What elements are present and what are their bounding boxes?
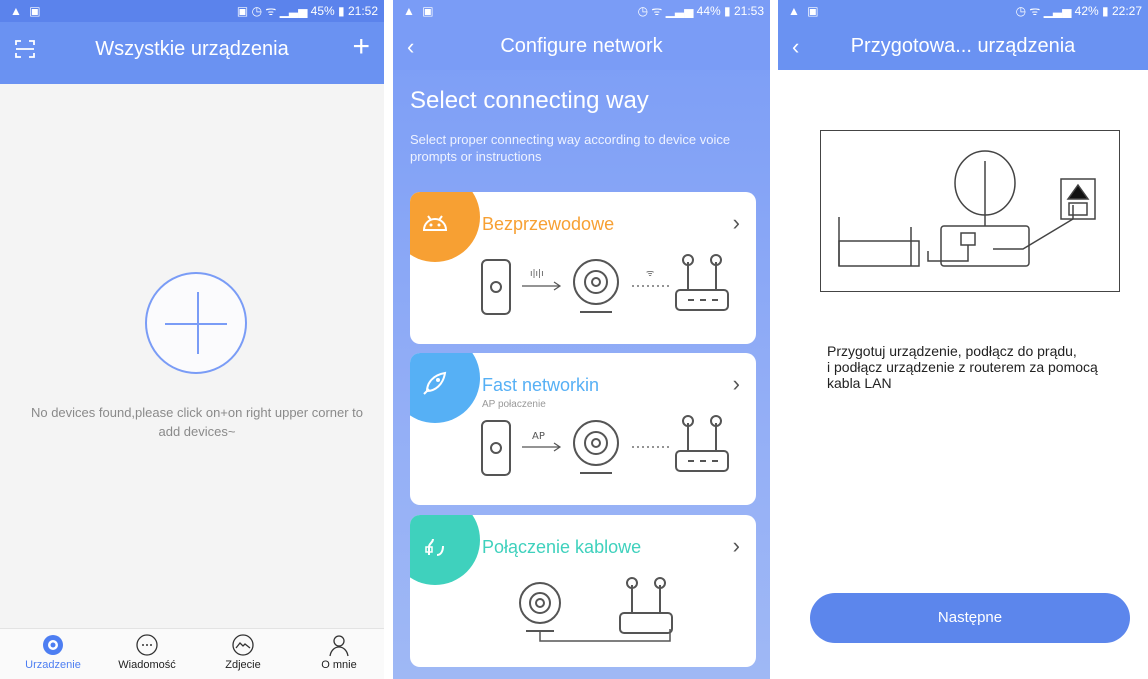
option-label: Bezprzewodowe [482,214,615,234]
router-camera-illustration [838,150,1096,267]
status-bar: ▲ ▣ ▣ ◷ ᯤ ▁▃▅ 45% ▮ 21:52 [0,0,384,22]
chevron-right-icon: › [732,210,740,235]
person-icon [329,635,349,657]
chevron-right-icon: › [732,371,740,396]
cable-illustration [519,577,673,642]
status-right: ▣ ◷ ᯤ ▁▃▅ 45% ▮ 21:52 [236,4,378,18]
page-title: Configure network [500,35,663,57]
option-wireless[interactable]: Bezprzewodowe › ı|ı|ı ᯤ [410,192,756,344]
ap-illustration: AP [481,415,729,476]
wifi-icon: ᯤ [646,269,654,279]
devices-screen: ▲ ▣ ▣ ◷ ᯤ ▁▃▅ 45% ▮ 21:52 Wszystkie urzą… [0,0,384,679]
tab-o-mnie[interactable]: O mnie [294,633,384,671]
status-left: ▲ ▣ [10,4,43,18]
nav-bar: ‹ Configure network [393,22,770,70]
tab-label: Zdjecie [225,659,261,671]
page-title: Wszystkie urządzenia [95,38,289,60]
nav-bar: ‹ Przygotowa... urządzenia [778,22,1148,70]
plus-icon[interactable]: + [352,32,370,62]
ap-label: AP [532,431,545,442]
camera-icon [43,635,63,655]
status-left: ▲ ▣ [788,4,821,18]
subheading: Select proper connecting way according t… [410,132,731,164]
empty-message: No devices found,please click on+on righ… [30,405,364,439]
next-button[interactable]: Następne [810,593,1130,643]
cable-icon [425,538,444,556]
tab-label: Urzadzenie [25,659,81,671]
status-bar: ▲ ▣ ◷ ᯤ ▁▃▅ 44% ▮ 21:53 [393,0,770,22]
page-title: Przygotowa... urządzenia [850,35,1076,57]
tab-urzadzenie[interactable]: Urzadzenie [8,633,98,671]
instruction-text: Przygotuj urządzenie, podłącz do prądu, … [827,343,1098,391]
tab-wiadomosc[interactable]: Wiadomość [102,633,192,671]
configure-network-screen: ▲ ▣ ◷ ᯤ ▁▃▅ 44% ▮ 21:53 ‹ Configure netw… [393,0,770,679]
chevron-right-icon: › [732,533,740,558]
photo-icon [232,634,254,656]
status-right: ◷ ᯤ ▁▃▅ 44% ▮ 21:53 [637,4,764,18]
rocket-icon [423,371,447,395]
add-device-button[interactable] [145,272,247,374]
setup-diagram [820,130,1120,292]
nav-bar: Wszystkie urządzenia + [0,22,384,84]
message-icon [136,634,158,656]
status-bar: ▲ ▣ ◷ ᯤ ▁▃▅ 42% ▮ 22:27 [778,0,1148,22]
prepare-device-screen: ▲ ▣ ◷ ᯤ ▁▃▅ 42% ▮ 22:27 ‹ Przygotowa... … [778,0,1148,679]
option-cable[interactable]: Połączenie kablowe › [410,515,756,667]
tab-zdjecie[interactable]: Zdjecie [198,633,288,671]
tab-label: Wiadomość [118,659,176,671]
status-left: ▲ ▣ [403,4,436,18]
status-right: ◷ ᯤ ▁▃▅ 42% ▮ 22:27 [1015,4,1142,18]
sound-wave-icon: ı|ı|ı [530,269,544,279]
option-sub-label: AP połaczenie [482,399,546,410]
heading: Select connecting way [410,87,649,114]
tab-label: O mnie [321,659,357,671]
android-icon [422,215,448,231]
tab-bar: Urzadzenie Wiadomość Zdjecie O mnie [0,628,384,679]
option-fast-networking[interactable]: Fast networkin AP połaczenie › AP [410,353,756,505]
option-label: Fast networkin [482,375,600,395]
wireless-illustration: ı|ı|ı ᯤ [481,254,729,315]
option-label: Połączenie kablowe [482,537,642,557]
